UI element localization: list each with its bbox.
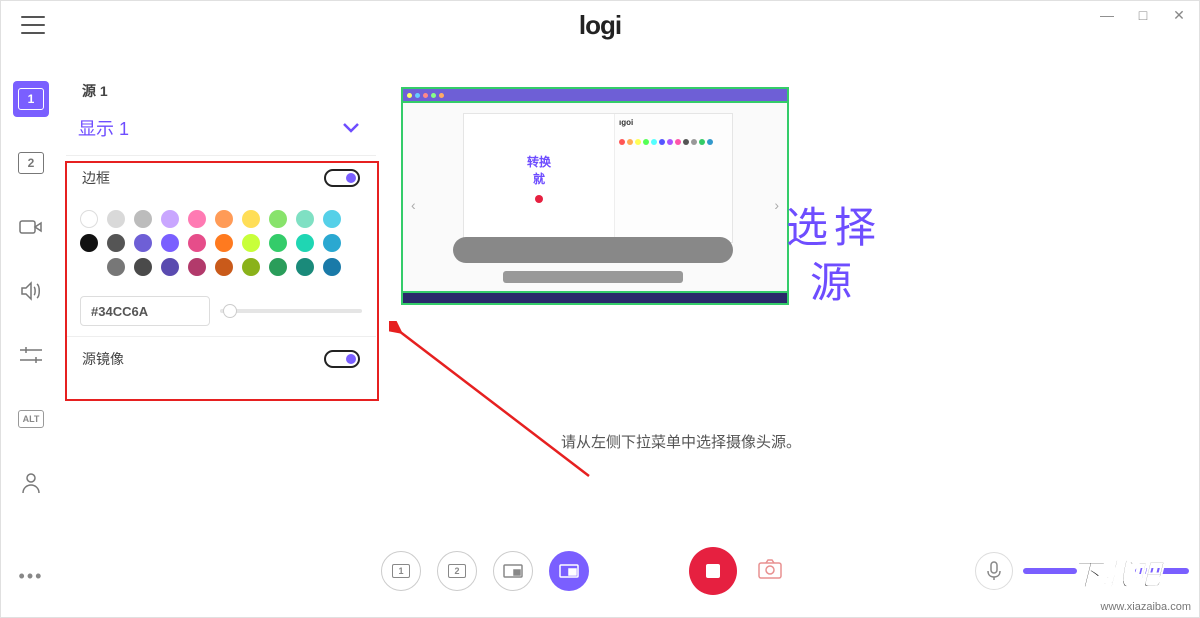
- color-swatch[interactable]: [242, 210, 260, 228]
- hex-input[interactable]: [80, 296, 210, 326]
- chevron-down-icon: [342, 122, 360, 134]
- source-panel: 源 1 显示 1 边框 源镜像: [66, 73, 376, 381]
- display-dropdown[interactable]: 显示 1: [66, 105, 376, 155]
- sidebar-layout[interactable]: [13, 337, 49, 373]
- maximize-button[interactable]: □: [1131, 7, 1155, 24]
- annotation-text: 选择 源: [786, 201, 882, 310]
- color-swatch[interactable]: [323, 258, 341, 276]
- preview-prev[interactable]: ‹: [411, 197, 416, 213]
- annotation-arrow: [389, 321, 609, 491]
- color-swatch[interactable]: [269, 258, 287, 276]
- color-swatch[interactable]: [107, 234, 125, 252]
- color-swatch[interactable]: [107, 258, 125, 276]
- brand-logo: logi: [579, 10, 621, 41]
- color-swatch[interactable]: [134, 210, 152, 228]
- color-swatch[interactable]: [161, 234, 179, 252]
- person-icon: [21, 472, 41, 494]
- record-button[interactable]: [689, 547, 737, 595]
- watermark-logo: 下载吧: [1069, 555, 1189, 597]
- camera-icon: [19, 218, 43, 236]
- close-button[interactable]: ✕: [1167, 7, 1191, 24]
- color-swatch[interactable]: [161, 258, 179, 276]
- preview-next[interactable]: ›: [774, 197, 779, 213]
- mirror-label: 源镜像: [82, 349, 124, 369]
- sidebar: 1 2 ALT •••: [1, 61, 61, 617]
- border-label: 边框: [82, 168, 110, 188]
- color-swatch[interactable]: [242, 258, 260, 276]
- color-swatch[interactable]: [269, 210, 287, 228]
- opacity-slider[interactable]: [220, 309, 362, 313]
- color-swatch[interactable]: [215, 234, 233, 252]
- scene-btn-1[interactable]: 1: [381, 551, 421, 591]
- color-swatch[interactable]: [134, 258, 152, 276]
- minimize-button[interactable]: —: [1095, 7, 1119, 24]
- sidebar-more[interactable]: •••: [19, 566, 44, 587]
- snapshot-button[interactable]: [757, 558, 783, 585]
- speaker-icon: [20, 281, 42, 301]
- color-swatch[interactable]: [80, 210, 98, 228]
- color-swatch[interactable]: [215, 210, 233, 228]
- mirror-toggle[interactable]: [324, 350, 360, 368]
- sidebar-scene-1[interactable]: 1: [13, 81, 49, 117]
- display-label: 显示 1: [78, 115, 129, 141]
- sidebar-audio[interactable]: [13, 273, 49, 309]
- watermark-url: www.xiazaiba.com: [1101, 601, 1191, 613]
- sidebar-camera[interactable]: [13, 209, 49, 245]
- empty-state-message: 请从左侧下拉菜单中选择摄像头源。: [561, 431, 801, 452]
- color-swatch[interactable]: [107, 210, 125, 228]
- scene-btn-4[interactable]: [549, 551, 589, 591]
- color-swatch[interactable]: [134, 234, 152, 252]
- sidebar-alt[interactable]: ALT: [13, 401, 49, 437]
- color-swatch[interactable]: [242, 234, 260, 252]
- sidebar-scene-2[interactable]: 2: [13, 145, 49, 181]
- scene-btn-3[interactable]: [493, 551, 533, 591]
- border-row: 边框: [66, 155, 376, 200]
- color-swatch[interactable]: [296, 234, 314, 252]
- color-swatch[interactable]: [188, 210, 206, 228]
- layout-icon: [20, 347, 42, 363]
- color-swatch[interactable]: [161, 210, 179, 228]
- color-swatch[interactable]: [188, 234, 206, 252]
- color-swatch[interactable]: [323, 234, 341, 252]
- pip-1-icon: [503, 564, 523, 578]
- bottom-toolbar: 1 2: [381, 543, 1189, 599]
- color-swatch[interactable]: [215, 258, 233, 276]
- color-swatch[interactable]: [296, 258, 314, 276]
- mic-button[interactable]: [975, 552, 1013, 590]
- menu-icon[interactable]: [21, 16, 45, 34]
- color-swatches: [66, 200, 376, 290]
- sidebar-profile[interactable]: [13, 465, 49, 501]
- source-title: 源 1: [82, 81, 376, 101]
- scene-btn-2[interactable]: 2: [437, 551, 477, 591]
- stop-icon: [706, 564, 720, 578]
- mirror-row: 源镜像: [66, 336, 376, 381]
- border-toggle[interactable]: [324, 169, 360, 187]
- color-swatch[interactable]: [80, 234, 98, 252]
- pip-2-icon: [559, 564, 579, 578]
- camera-icon: [757, 558, 783, 580]
- color-swatch[interactable]: [188, 258, 206, 276]
- color-swatch[interactable]: [296, 210, 314, 228]
- svg-text:下载吧: 下载吧: [1071, 559, 1166, 592]
- mic-icon: [987, 561, 1001, 581]
- color-swatch[interactable]: [269, 234, 287, 252]
- source-preview[interactable]: ‹ › 转换 就 ıgoi: [401, 87, 789, 305]
- color-swatch[interactable]: [323, 210, 341, 228]
